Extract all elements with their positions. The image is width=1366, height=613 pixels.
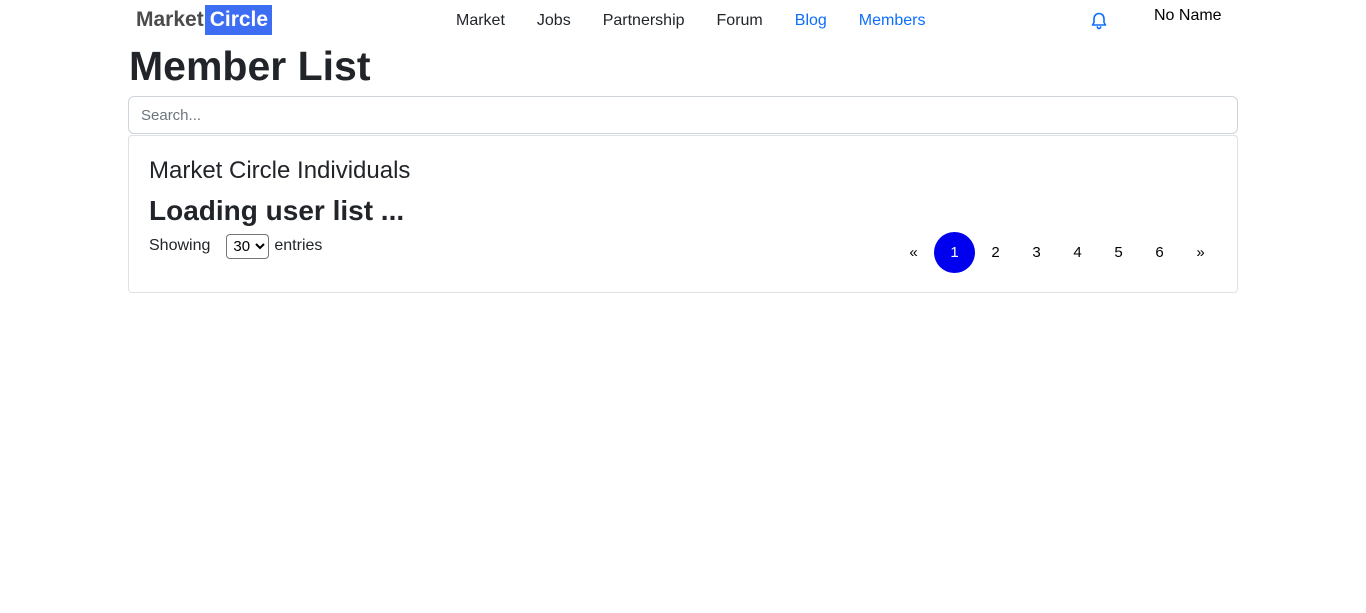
nav-link-blog[interactable]: Blog xyxy=(795,12,827,30)
nav-link-members[interactable]: Members xyxy=(859,12,926,30)
nav-link-partnership[interactable]: Partnership xyxy=(603,12,685,30)
pagination-page-4[interactable]: 4 xyxy=(1057,232,1098,273)
pagination-page-3[interactable]: 3 xyxy=(1016,232,1057,273)
pagination-prev-button[interactable]: « xyxy=(893,232,934,273)
bell-icon[interactable] xyxy=(1089,11,1109,31)
pagination-page-2[interactable]: 2 xyxy=(975,232,1016,273)
card-title: Market Circle Individuals xyxy=(149,157,411,184)
logo-text-circle: Circle xyxy=(204,5,273,35)
user-name[interactable]: No Name xyxy=(1154,7,1222,25)
page-title: Member List xyxy=(129,43,371,89)
entries-control: Showing 30 entries xyxy=(149,233,322,259)
logo[interactable]: Market Circle xyxy=(136,5,273,35)
search-input[interactable] xyxy=(128,96,1238,134)
main-nav: Market Jobs Partnership Forum Blog Membe… xyxy=(456,10,925,32)
pagination: « 1 2 3 4 5 6 » xyxy=(893,232,1221,273)
navbar: Market Circle Market Jobs Partnership Fo… xyxy=(0,0,1366,40)
members-card: Market Circle Individuals Loading user l… xyxy=(128,135,1238,293)
entries-suffix-label: entries xyxy=(274,237,323,254)
logo-text-market: Market xyxy=(136,8,204,31)
loading-message: Loading user list ... xyxy=(149,195,405,226)
nav-link-jobs[interactable]: Jobs xyxy=(537,12,571,30)
nav-link-market[interactable]: Market xyxy=(456,12,505,30)
pagination-next-button[interactable]: » xyxy=(1180,232,1221,273)
nav-link-forum[interactable]: Forum xyxy=(717,12,763,30)
entries-per-page-select[interactable]: 30 xyxy=(226,233,270,259)
pagination-page-5[interactable]: 5 xyxy=(1098,232,1139,273)
pagination-page-6[interactable]: 6 xyxy=(1139,232,1180,273)
pagination-page-1[interactable]: 1 xyxy=(934,232,975,273)
entries-prefix-label: Showing xyxy=(149,237,211,254)
